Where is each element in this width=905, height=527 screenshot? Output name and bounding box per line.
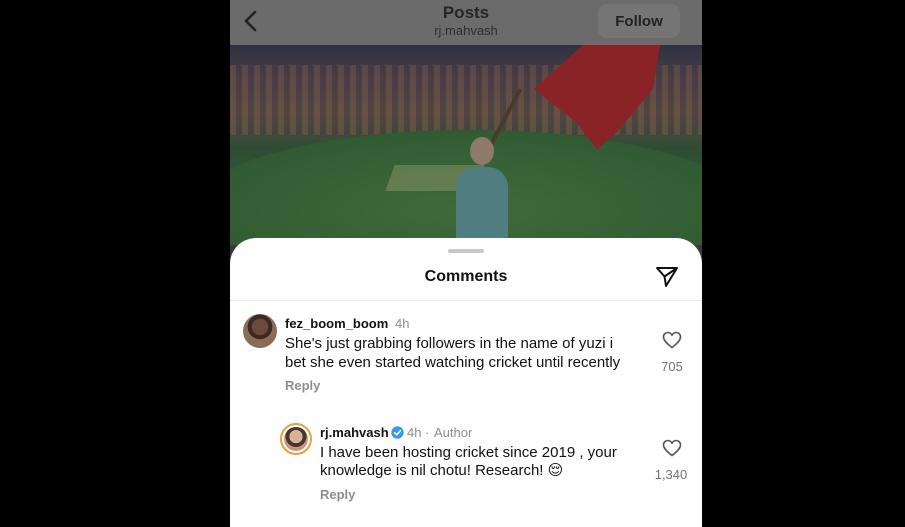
- divider: [230, 300, 702, 301]
- post-header: Posts rj.mahvash Follow: [230, 0, 702, 45]
- post-image[interactable]: [230, 45, 702, 245]
- comments-title: Comments: [424, 268, 508, 285]
- like-count: 705: [661, 359, 683, 374]
- comment-username[interactable]: rj.mahvash: [320, 425, 389, 440]
- heart-icon[interactable]: [662, 439, 682, 457]
- comment-text-line: bet she even started watching cricket un…: [285, 354, 621, 371]
- comment-text-line: knowledge is nil chotu! Research! 😌: [320, 462, 564, 479]
- reply-button[interactable]: Reply: [285, 378, 320, 393]
- comment-time: 4h: [407, 425, 422, 440]
- paper-plane-icon[interactable]: [655, 266, 679, 288]
- comment-username[interactable]: fez_boom_boom: [285, 316, 388, 331]
- meta-separator: ·: [425, 425, 430, 440]
- heart-icon[interactable]: [662, 331, 682, 349]
- phone-screen: Posts rj.mahvash Follow Comments fez_boo…: [230, 0, 702, 527]
- author-tag: Author: [434, 425, 473, 440]
- comments-sheet: Comments fez_boom_boom 4h She's just gra…: [230, 238, 702, 527]
- comment-text-line: I have been hosting cricket since 2019 ,…: [320, 444, 617, 461]
- comment-text-line: She's just grabbing followers in the nam…: [285, 335, 614, 352]
- reply-button[interactable]: Reply: [320, 487, 355, 502]
- comment-time: 4h: [395, 316, 410, 331]
- follow-button[interactable]: Follow: [598, 4, 680, 38]
- avatar[interactable]: [280, 423, 312, 455]
- person-figure: [448, 137, 516, 245]
- like-count: 1,340: [654, 467, 688, 482]
- avatar[interactable]: [243, 314, 277, 348]
- verified-badge-icon: [391, 426, 404, 439]
- drag-handle[interactable]: [448, 249, 484, 253]
